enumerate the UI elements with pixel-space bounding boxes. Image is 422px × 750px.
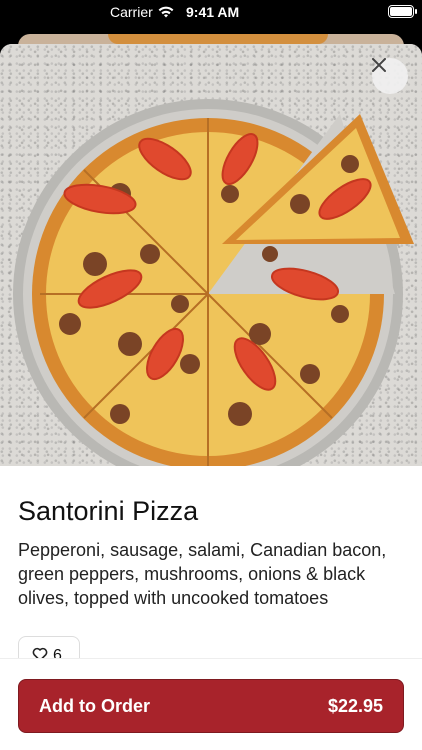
item-title: Santorini Pizza (18, 496, 199, 526)
price-label: $22.95 (327, 695, 383, 716)
item-detail-sheet: Santorini Pizza Pepperoni, sausage, sala… (0, 44, 422, 750)
wifi-icon (158, 6, 174, 18)
add-to-order-button[interactable]: Add to Order $22.95 (18, 679, 404, 733)
pizza-photo (0, 44, 422, 466)
carrier-label: Carrier (110, 4, 153, 20)
order-footer: Add to Order $22.95 (0, 658, 422, 750)
close-icon (372, 58, 386, 72)
status-carrier: Carrier (110, 4, 174, 20)
add-to-order-label: Add to Order (39, 695, 150, 716)
item-description: Pepperoni, sausage, salami, Canadian bac… (18, 540, 387, 608)
status-time: 9:41 AM (186, 4, 240, 20)
battery-icon (388, 5, 417, 18)
pizza-illustration (13, 99, 414, 466)
status-bar: Carrier 9:41 AM (0, 0, 422, 26)
close-button[interactable] (372, 58, 408, 94)
